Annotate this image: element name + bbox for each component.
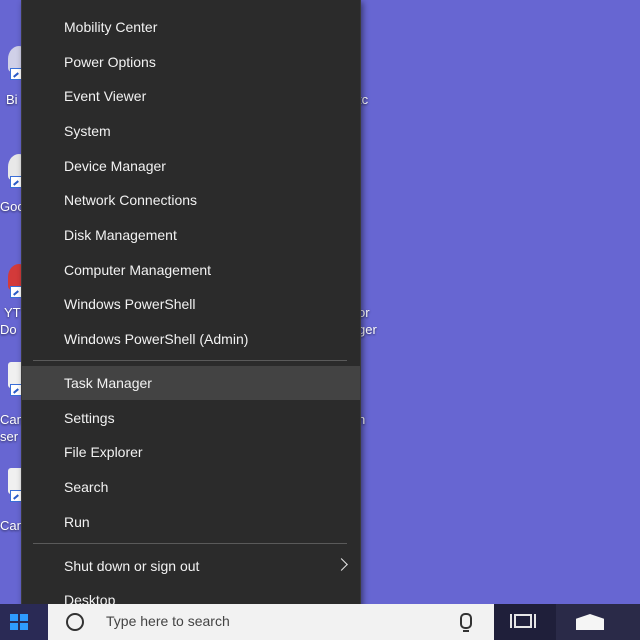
windows-logo-icon (10, 614, 28, 630)
menu-item-run[interactable]: Run (22, 505, 360, 539)
menu-separator (33, 360, 347, 361)
menu-item-search[interactable]: Search (22, 470, 360, 504)
task-view-icon[interactable] (510, 614, 536, 628)
mail-icon (576, 614, 604, 630)
menu-item-event-viewer[interactable]: Event Viewer (22, 79, 360, 113)
menu-item-disk-management[interactable]: Disk Management (22, 218, 360, 252)
desktop-icon-label: YT (4, 305, 21, 320)
menu-item-mobility-center[interactable]: Mobility Center (22, 10, 360, 44)
chevron-right-icon (335, 558, 348, 571)
menu-item-computer-management[interactable]: Computer Management (22, 253, 360, 287)
desktop-icon-label: Do (0, 322, 17, 337)
taskbar: Type here to search (0, 604, 640, 640)
menu-separator (33, 543, 347, 544)
menu-item-windows-powershell[interactable]: Windows PowerShell (22, 287, 360, 321)
taskbar-search-box[interactable]: Type here to search (48, 604, 494, 640)
desktop-icon-label: Bi (6, 92, 18, 107)
menu-item-task-manager[interactable]: Task Manager (22, 366, 360, 400)
menu-item-settings[interactable]: Settings (22, 401, 360, 435)
start-button[interactable] (0, 604, 48, 640)
menu-item-shut-down-or-sign-out[interactable]: Shut down or sign out (22, 549, 360, 583)
menu-item-label: Shut down or sign out (64, 558, 200, 574)
menu-item-power-options[interactable]: Power Options (22, 45, 360, 79)
desktop: Bi Goo YT Do Cam ser Can tc or ger n Mob… (0, 0, 640, 640)
menu-item-windows-powershell-admin[interactable]: Windows PowerShell (Admin) (22, 322, 360, 356)
menu-item-network-connections[interactable]: Network Connections (22, 183, 360, 217)
menu-item-device-manager[interactable]: Device Manager (22, 149, 360, 183)
search-placeholder: Type here to search (106, 613, 230, 629)
microphone-icon[interactable] (460, 613, 472, 632)
search-icon (66, 613, 84, 631)
menu-item-file-explorer[interactable]: File Explorer (22, 435, 360, 469)
desktop-icon-label: ser (0, 429, 19, 444)
menu-item-system[interactable]: System (22, 114, 360, 148)
power-user-menu: Mobility Center Power Options Event View… (21, 0, 361, 627)
taskbar-app-mail[interactable] (556, 604, 640, 640)
